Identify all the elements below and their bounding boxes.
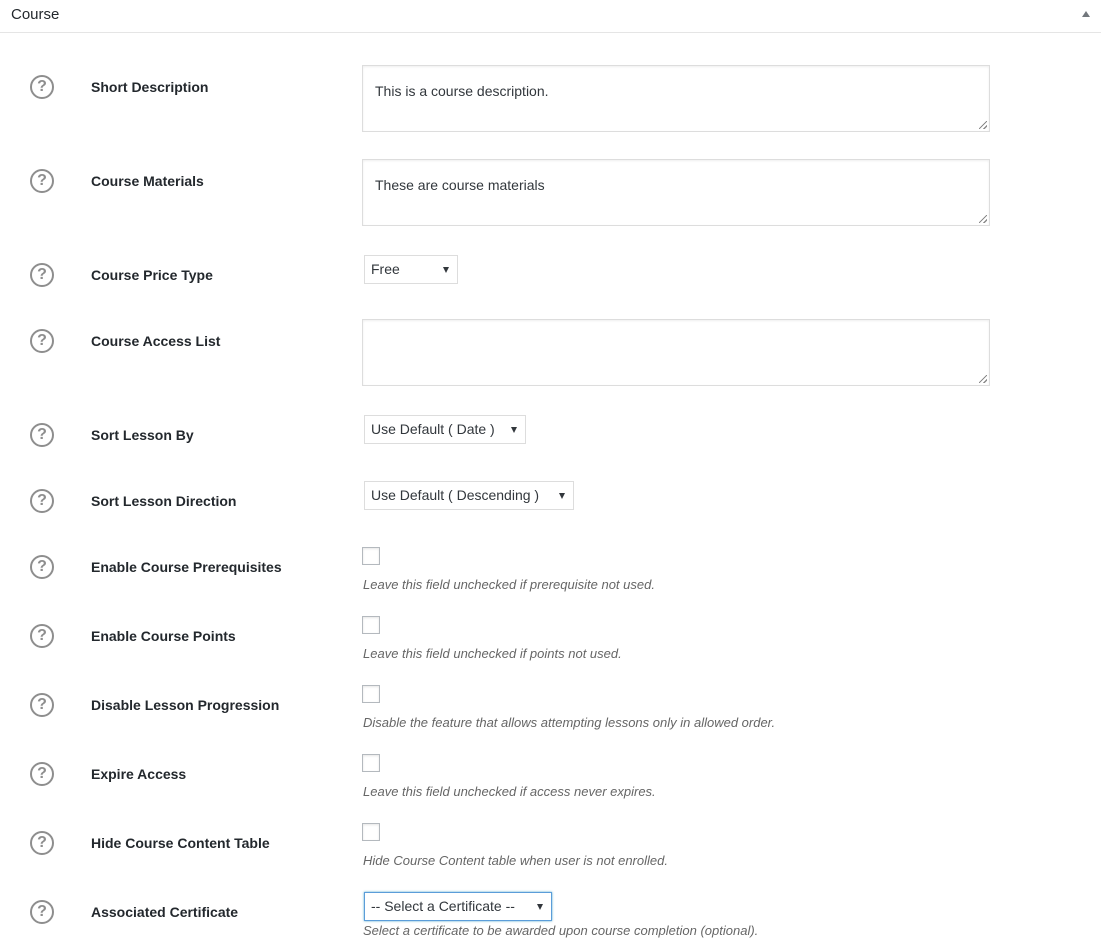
field-description: Disable the feature that allows attempti… — [363, 715, 776, 730]
help-icon[interactable]: ? — [30, 489, 54, 513]
help-icon[interactable]: ? — [30, 831, 54, 855]
help-icon[interactable]: ? — [30, 900, 54, 924]
sort-lesson-direction-select[interactable]: Use Default ( Descending ) — [364, 481, 574, 510]
enable-course-prerequisites-checkbox[interactable] — [362, 547, 380, 565]
panel-header[interactable]: Course — [0, 0, 1101, 33]
course-access-list-textarea[interactable] — [362, 319, 990, 386]
dropdown-arrow-icon — [443, 267, 449, 273]
select-value: Use Default ( Date ) — [371, 421, 495, 437]
field-label: Hide Course Content Table — [91, 835, 270, 851]
resize-handle-icon[interactable] — [979, 215, 987, 223]
field-description: Select a certificate to be awarded upon … — [363, 923, 759, 938]
course-price-type-select[interactable]: Free — [364, 255, 458, 284]
field-description: Hide Course Content table when user is n… — [363, 853, 668, 868]
help-icon[interactable]: ? — [30, 762, 54, 786]
field-description: Leave this field unchecked if access nev… — [363, 784, 656, 799]
field-label: Disable Lesson Progression — [91, 697, 280, 713]
disable-lesson-progression-checkbox[interactable] — [362, 685, 380, 703]
panel-title: Course — [11, 6, 60, 23]
field-label: Expire Access — [91, 766, 187, 782]
field-label: Associated Certificate — [91, 904, 239, 920]
field-description: Leave this field unchecked if prerequisi… — [363, 577, 655, 592]
help-icon[interactable]: ? — [30, 263, 54, 287]
resize-handle-icon[interactable] — [979, 375, 987, 383]
field-label: Course Price Type — [91, 267, 213, 283]
sort-lesson-by-select[interactable]: Use Default ( Date ) — [364, 415, 526, 444]
select-value: -- Select a Certificate -- — [371, 898, 515, 914]
help-icon[interactable]: ? — [30, 75, 54, 99]
field-label: Course Access List — [91, 333, 221, 349]
short-description-textarea[interactable]: This is a course description. — [362, 65, 990, 132]
select-value: Use Default ( Descending ) — [371, 487, 540, 503]
field-description: Leave this field unchecked if points not… — [363, 646, 622, 661]
help-icon[interactable]: ? — [30, 555, 54, 579]
field-label: Short Description — [91, 79, 209, 95]
course-materials-textarea[interactable]: These are course materials — [362, 159, 990, 226]
field-label: Sort Lesson Direction — [91, 493, 237, 509]
field-label: Sort Lesson By — [91, 427, 194, 443]
help-icon[interactable]: ? — [30, 624, 54, 648]
dropdown-arrow-icon — [511, 427, 517, 433]
help-icon[interactable]: ? — [30, 693, 54, 717]
help-icon[interactable]: ? — [30, 169, 54, 193]
dropdown-arrow-icon — [559, 493, 565, 499]
help-icon[interactable]: ? — [30, 423, 54, 447]
field-label: Enable Course Points — [91, 628, 236, 644]
field-label: Course Materials — [91, 173, 204, 189]
enable-course-points-checkbox[interactable] — [362, 616, 380, 634]
textarea-value: These are course materials — [375, 177, 545, 193]
field-label: Enable Course Prerequisites — [91, 559, 282, 575]
dropdown-arrow-icon — [537, 904, 543, 910]
hide-course-content-table-checkbox[interactable] — [362, 823, 380, 841]
collapse-toggle-icon[interactable] — [1082, 11, 1090, 17]
select-value: Free — [371, 261, 400, 277]
resize-handle-icon[interactable] — [979, 121, 987, 129]
expire-access-checkbox[interactable] — [362, 754, 380, 772]
help-icon[interactable]: ? — [30, 329, 54, 353]
textarea-value: This is a course description. — [375, 83, 549, 99]
associated-certificate-select[interactable]: -- Select a Certificate -- — [364, 892, 552, 921]
